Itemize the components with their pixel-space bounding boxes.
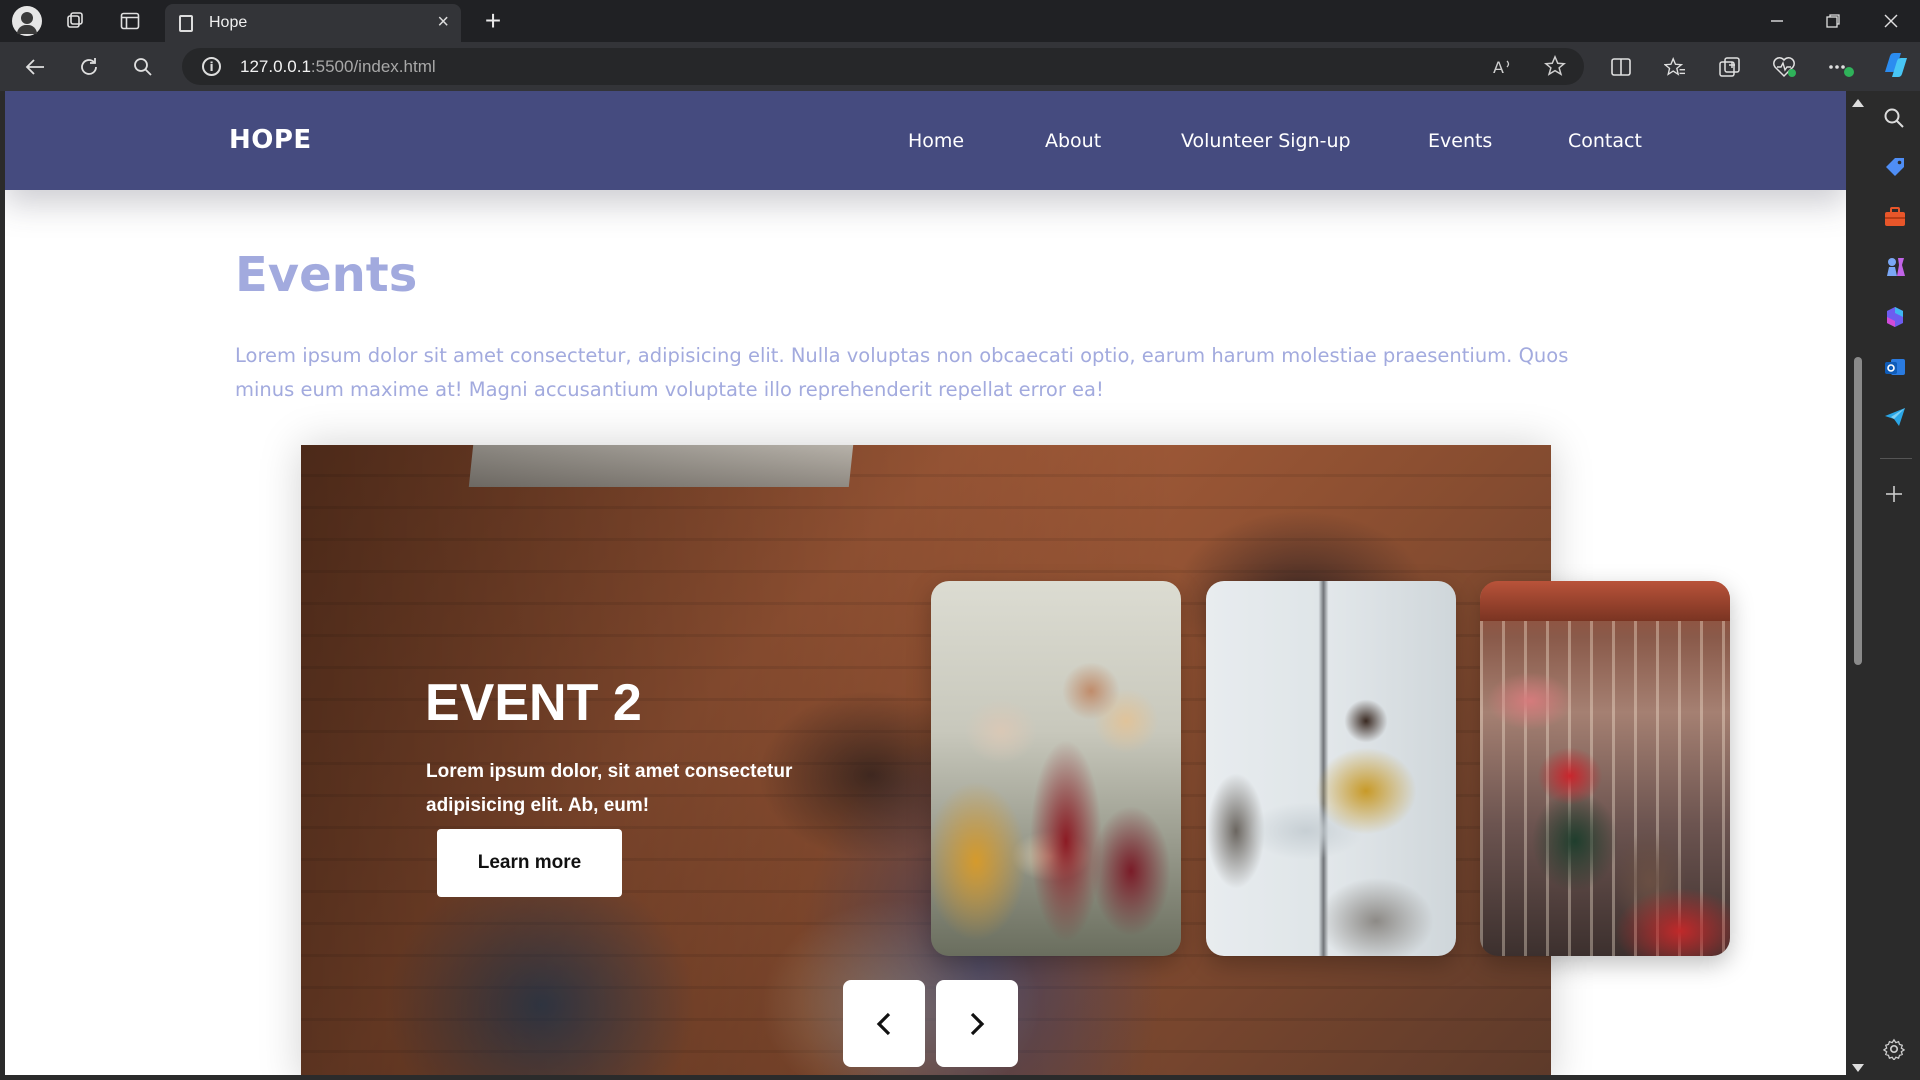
sidebar-settings-gear-icon[interactable] [1882, 1038, 1906, 1066]
collections-icon[interactable] [1715, 52, 1745, 82]
chevron-right-icon [970, 1012, 985, 1035]
window-restore-icon[interactable] [1818, 4, 1848, 38]
event-description: Lorem ipsum dolor, sit amet consectetur … [426, 761, 793, 816]
microsoft-365-icon[interactable] [1883, 305, 1907, 329]
event-thumbnail-2[interactable] [1206, 581, 1456, 956]
refresh-icon[interactable] [74, 52, 104, 82]
browser-toolbar: i 127.0.0.1:5500/index.html A [0, 42, 1920, 91]
page-viewport: HOPE Home About Volunteer Sign-up Events… [5, 91, 1846, 1075]
info-icon[interactable]: i [202, 57, 221, 76]
read-aloud-icon[interactable]: A [1492, 57, 1514, 82]
page-icon [179, 15, 193, 32]
slider-prev-button[interactable] [843, 980, 925, 1067]
page-scrollbar[interactable] [1846, 91, 1870, 1080]
profile-icon[interactable] [12, 6, 42, 36]
window-minimize-icon[interactable] [1762, 4, 1792, 38]
events-intro: Lorem ipsum dolor sit amet consectetur, … [235, 344, 1569, 401]
sidebar-search-icon[interactable] [1883, 107, 1907, 131]
edge-sidebar [1870, 91, 1920, 1080]
site-header: HOPE Home About Volunteer Sign-up Events… [5, 91, 1846, 190]
sidebar-divider [1880, 458, 1912, 459]
nav-volunteer-sign-up[interactable]: Volunteer Sign-up [1181, 130, 1351, 152]
nav-home[interactable]: Home [908, 130, 964, 152]
more-icon[interactable] [1826, 52, 1856, 82]
address-url[interactable]: 127.0.0.1:5500/index.html [240, 57, 436, 77]
nav-contact[interactable]: Contact [1568, 130, 1642, 152]
site-logo[interactable]: HOPE [229, 125, 312, 155]
send-paper-plane-icon[interactable] [1883, 405, 1907, 429]
learn-more-button[interactable]: Learn more [437, 829, 622, 897]
split-screen-icon[interactable] [1606, 52, 1636, 82]
outlook-icon[interactable] [1883, 355, 1907, 379]
scroll-down-arrow-icon[interactable] [1852, 1064, 1864, 1072]
scroll-up-arrow-icon[interactable] [1852, 99, 1864, 107]
chevron-left-icon [876, 1012, 891, 1035]
copilot-icon[interactable] [1878, 49, 1910, 81]
page-title: Events [235, 247, 418, 303]
browser-essentials-icon[interactable] [1769, 52, 1799, 82]
scrollbar-thumb[interactable] [1854, 357, 1862, 665]
nav-about[interactable]: About [1045, 130, 1101, 152]
browser-tab-bar: Hope × + [0, 0, 1920, 42]
tools-briefcase-icon[interactable] [1883, 205, 1907, 229]
favorites-icon[interactable] [1660, 52, 1690, 82]
event-thumbnail-3[interactable] [1480, 581, 1730, 956]
games-chess-icon[interactable] [1883, 255, 1907, 279]
event-title: EVENT 2 [425, 674, 642, 732]
favorite-star-icon[interactable] [1543, 54, 1567, 82]
tab-title: Hope [209, 14, 248, 31]
search-icon[interactable] [128, 52, 158, 82]
svg-text:A: A [1493, 58, 1504, 77]
shopping-tag-icon[interactable] [1883, 155, 1907, 179]
nav-events[interactable]: Events [1428, 130, 1492, 152]
slider-next-button[interactable] [936, 980, 1018, 1067]
tab-close-icon[interactable]: × [437, 11, 449, 34]
event-thumbnail-1[interactable] [931, 581, 1181, 956]
browser-tab-active[interactable]: Hope × [165, 4, 461, 42]
back-icon[interactable] [20, 52, 50, 82]
window-close-icon[interactable] [1876, 4, 1906, 38]
new-tab-icon[interactable]: + [478, 4, 508, 38]
add-sidebar-app-icon[interactable] [1883, 483, 1905, 512]
tab-actions-icon[interactable] [117, 8, 143, 34]
address-bar[interactable]: i 127.0.0.1:5500/index.html A [182, 48, 1584, 85]
workspaces-icon[interactable] [62, 8, 88, 34]
